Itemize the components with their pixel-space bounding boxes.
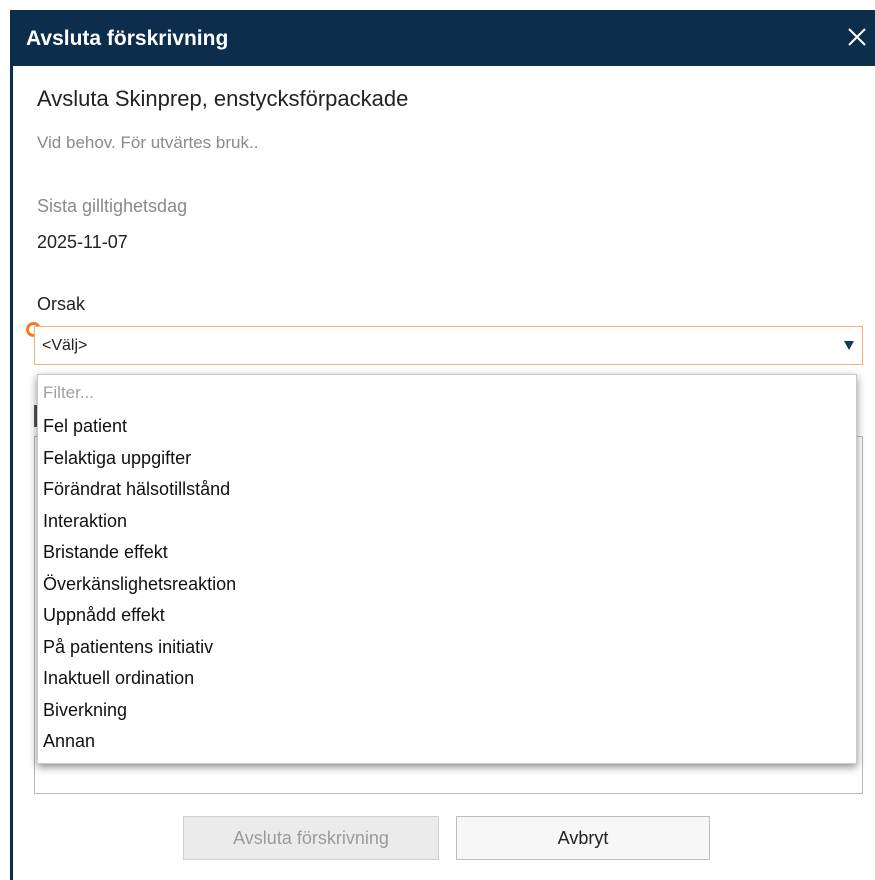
valid-until-value: 2025-11-07 xyxy=(37,232,128,252)
chevron-down-icon xyxy=(844,341,854,350)
reason-select[interactable]: <Välj> xyxy=(34,326,863,365)
reason-option-interaktion[interactable]: Interaktion xyxy=(38,506,856,538)
dialog-title: Avsluta förskrivning xyxy=(26,27,229,50)
dosage-text: Vid behov. För utvärtes bruk.. xyxy=(37,133,259,152)
reason-label: Orsak xyxy=(37,294,86,314)
reason-option-overkanslighetsreaktion[interactable]: Överkänslighetsreaktion xyxy=(38,569,856,601)
reason-select-value: <Välj> xyxy=(42,337,88,354)
reason-option-forandrat-halsotillstand[interactable]: Förändrat hälsotillstånd xyxy=(38,474,856,506)
close-icon xyxy=(848,28,866,46)
filter-input[interactable] xyxy=(41,379,345,407)
reason-options: Fel patient Felaktiga uppgifter Förändra… xyxy=(38,411,856,758)
reason-option-biverkning[interactable]: Biverkning xyxy=(38,695,856,727)
reason-option-patientens-initiativ[interactable]: På patientens initiativ xyxy=(38,632,856,664)
close-button[interactable] xyxy=(845,20,873,54)
reason-option-fel-patient[interactable]: Fel patient xyxy=(38,411,856,443)
reason-option-inaktuell-ordination[interactable]: Inaktuell ordination xyxy=(38,663,856,695)
valid-until-label: Sista gilltighetsdag xyxy=(37,196,188,216)
reason-option-annan[interactable]: Annan xyxy=(38,726,856,758)
dialog-left-border xyxy=(10,66,13,880)
reason-option-bristande-effekt[interactable]: Bristande effekt xyxy=(38,537,856,569)
reason-option-uppnadd-effekt[interactable]: Uppnådd effekt xyxy=(38,600,856,632)
cancel-button[interactable]: Avbryt xyxy=(456,816,710,860)
end-prescription-button[interactable]: Avsluta förskrivning xyxy=(183,816,439,860)
prescription-heading: Avsluta Skinprep, enstycksförpackade xyxy=(37,86,409,111)
reason-option-felaktiga-uppgifter[interactable]: Felaktiga uppgifter xyxy=(38,443,856,475)
end-prescription-dialog: Avsluta förskrivning Avsluta Skinprep, e… xyxy=(0,0,875,880)
dialog-title-bar: Avsluta förskrivning xyxy=(10,10,875,66)
reason-dropdown-list: Fel patient Felaktiga uppgifter Förändra… xyxy=(37,374,857,764)
